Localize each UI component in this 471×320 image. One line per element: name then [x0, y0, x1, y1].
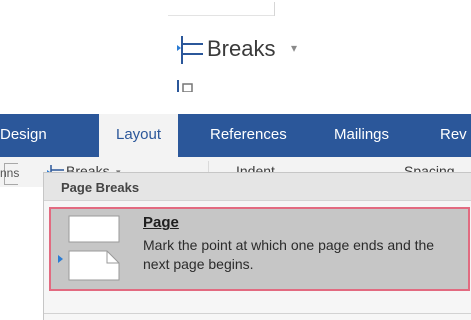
- columns-label-fragment: nns: [0, 166, 20, 180]
- menu-divider: [44, 313, 471, 314]
- selection-arrow-icon: [58, 255, 63, 263]
- tab-references[interactable]: References: [210, 126, 287, 143]
- chevron-down-icon: ▾: [291, 41, 298, 55]
- divider-line: [168, 15, 274, 16]
- page-break-icon: [68, 215, 120, 281]
- zoomed-breaks-label: Breaks: [207, 36, 276, 61]
- breaks-dropdown-menu: Page Breaks Page Mark the point at which…: [43, 172, 471, 320]
- next-control-icon: [177, 80, 193, 92]
- menu-item-description: Mark the point at which one page ends an…: [143, 237, 435, 272]
- tab-layout[interactable]: Layout: [99, 114, 179, 157]
- menu-item-title: Page: [143, 214, 179, 231]
- ribbon-tab-bar: Design Layout References Mailings Rev: [0, 114, 471, 157]
- tab-design[interactable]: Design: [0, 126, 47, 143]
- menu-section-header: Page Breaks: [44, 173, 471, 201]
- tab-mailings[interactable]: Mailings: [334, 126, 389, 143]
- divider-line-end: [274, 2, 275, 16]
- zoomed-breaks-control: Breaks ▾: [150, 0, 330, 92]
- tab-review[interactable]: Rev: [440, 126, 467, 143]
- menu-item-page-break[interactable]: Page Mark the point at which one page en…: [49, 207, 470, 291]
- page-breaks-icon: [177, 36, 203, 64]
- page-breaks-heading: Page Breaks: [61, 180, 140, 195]
